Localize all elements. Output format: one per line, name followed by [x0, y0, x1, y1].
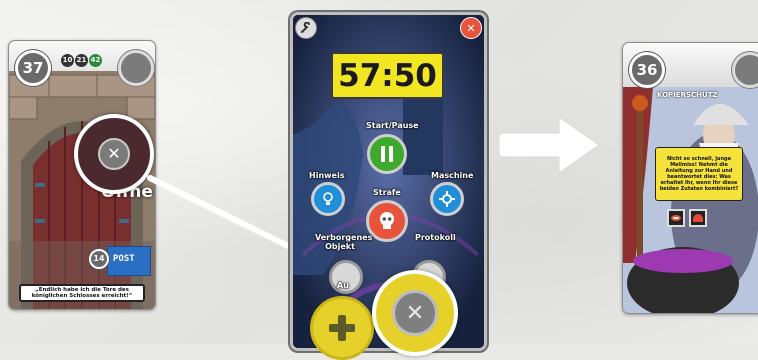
penalty-label: Strafe: [373, 188, 401, 197]
hidden-object-text: Verborgenes Objekt: [315, 233, 373, 251]
ingredient-mushroom: [689, 209, 707, 227]
speech-bubble: Nicht so schnell, junge Mellmiss! Nehmt …: [655, 147, 743, 201]
timer-display: 57:50: [331, 52, 444, 99]
start-pause-label: Start/Pause: [366, 121, 419, 130]
machine-button[interactable]: [430, 182, 464, 216]
plus-icon: [329, 315, 355, 341]
eye-icon: [671, 215, 681, 221]
mushroom-icon: [693, 214, 703, 222]
speech-text: Nicht so schnell, junge Mellmiss! Nehmt …: [659, 156, 739, 192]
auto-label: Au: [337, 281, 349, 290]
hint-button[interactable]: [311, 182, 345, 216]
machine-label: Maschine: [431, 171, 474, 180]
ingredient-eye: [667, 209, 685, 227]
hint-label: Hinweis: [309, 171, 345, 180]
wizard-card: 36 KOPIERSCHUTZ Nicht so schnell, junge …: [622, 42, 758, 314]
highlight-close-button[interactable]: ✕: [372, 270, 458, 356]
close-app-icon[interactable]: ✕: [460, 17, 482, 39]
pause-button[interactable]: [367, 134, 407, 174]
arrow-right-icon: [498, 116, 600, 173]
add-button[interactable]: [310, 296, 374, 360]
hidden-object-label: Verborgenes Objekt: [315, 233, 372, 251]
skull-icon: [380, 212, 394, 229]
close-x-icon: ✕: [392, 290, 438, 336]
protocol-label: Protokoll: [415, 233, 456, 242]
timer-text: 57:50: [338, 57, 437, 94]
card-title: KOPIERSCHUTZ: [657, 91, 718, 99]
card-number: 36: [629, 52, 665, 88]
lightbulb-icon: [323, 192, 333, 205]
wrench-icon[interactable]: [295, 17, 317, 39]
gear-icon: [439, 191, 455, 207]
pause-icon: [381, 146, 393, 162]
